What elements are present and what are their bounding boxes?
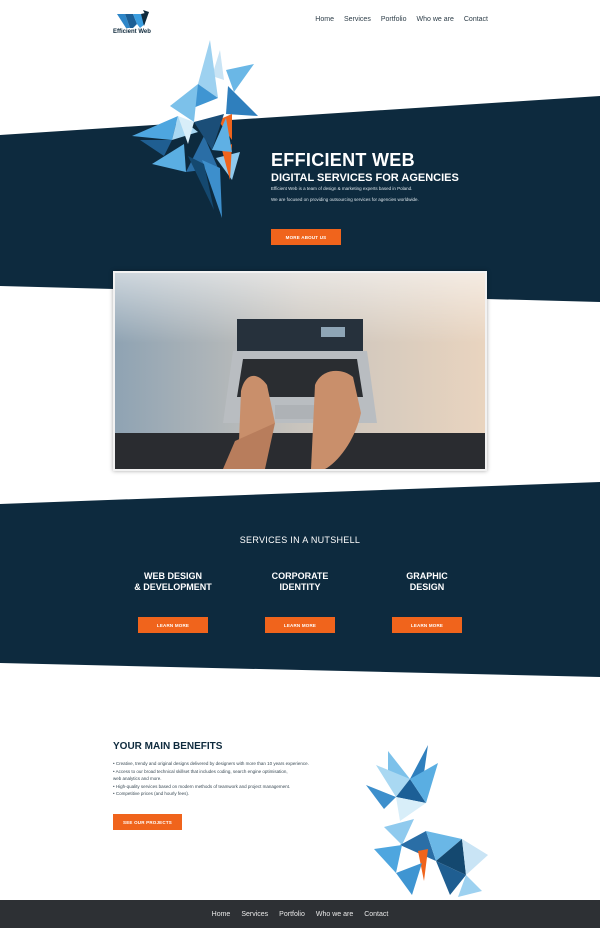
services-heading: SERVICES IN A NUTSHELL [239,535,361,545]
benefit-item: • High-quality services based on modern … [113,783,291,789]
benefits-list: • Creative, trendy and original designs … [113,760,309,798]
footer-nav-who-we-are[interactable]: Who we are [316,911,353,918]
service-title-line1: CORPORATE [271,571,329,581]
benefit-item: • Competitive prices (and hourly fees). [113,791,190,797]
crystal-star-small-graphic-icon [366,745,488,897]
benefit-item: • Creative, trendy and original designs … [113,761,309,766]
service-title-line1: WEB DESIGN [143,571,202,581]
service-graphic-design: GRAPHIC DESIGN [367,571,487,593]
laptop-hands-image-icon [115,273,485,469]
service-title-line2: DESIGN [409,582,445,592]
hero-description-line1: Efficient Web is a team of design & mark… [271,186,413,191]
footer-nav: Home Services Portfolio Who we are Conta… [0,900,600,928]
hero-title: EFFICIENT WEB [271,150,415,170]
crystal-star-graphic-icon [132,40,258,218]
hero-description-line2: We are focused on providing outsourcing … [271,197,419,202]
service-title-line2: IDENTITY [279,582,321,592]
benefits-title: YOUR MAIN BENEFITS [113,741,223,752]
service-web-design: WEB DESIGN & DEVELOPMENT [113,571,233,593]
footer-nav-services[interactable]: Services [241,911,268,918]
benefit-item: • Access to our broad technical skillset… [113,768,288,774]
service-title-line1: GRAPHIC [406,571,448,581]
footer-nav-home[interactable]: Home [212,911,231,918]
benefit-item: web analytics and more. [113,776,162,782]
hero-laptop-photo [113,271,487,471]
learn-more-corporate-identity-button[interactable]: LEARN MORE [265,617,335,633]
learn-more-web-design-button[interactable]: LEARN MORE [138,617,208,633]
learn-more-graphic-design-button[interactable]: LEARN MORE [392,617,462,633]
footer-nav-portfolio[interactable]: Portfolio [279,911,305,918]
more-about-us-button[interactable]: MORE ABOUT US [271,229,341,245]
footer-nav-contact[interactable]: Contact [364,911,388,918]
service-corporate-identity: CORPORATE IDENTITY [240,571,360,593]
service-title-line2: & DEVELOPMENT [134,582,212,592]
hero-subtitle: DIGITAL SERVICES FOR AGENCIES [271,172,459,184]
see-our-projects-button[interactable]: SEE OUR PROJECTS [113,814,182,830]
